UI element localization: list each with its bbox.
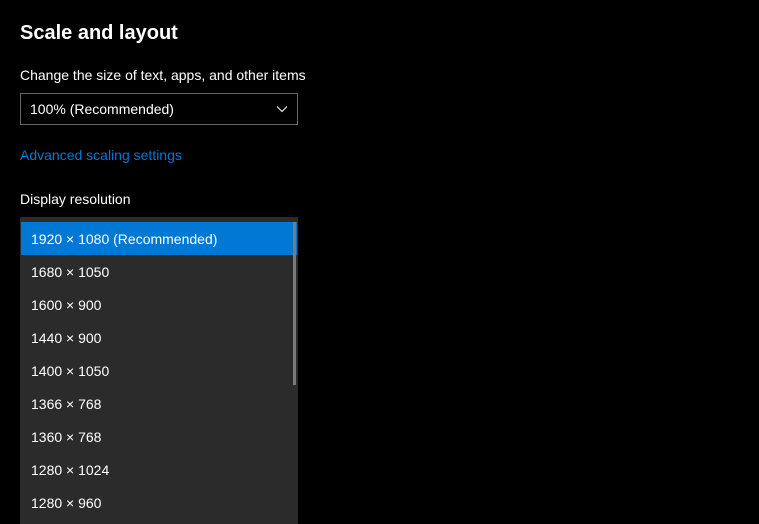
resolution-option[interactable]: 1600 × 900 <box>21 288 297 321</box>
resolution-option[interactable]: 1920 × 1080 (Recommended) <box>21 222 297 255</box>
advanced-scaling-link[interactable]: Advanced scaling settings <box>20 147 182 163</box>
resolution-option[interactable]: 1366 × 768 <box>21 387 297 420</box>
resolution-option[interactable]: 1280 × 960 <box>21 486 297 519</box>
resolution-dropdown-open[interactable]: 1920 × 1080 (Recommended) 1680 × 1050 16… <box>20 217 298 524</box>
scrollbar-track <box>293 222 296 519</box>
resolution-option[interactable]: 1400 × 1050 <box>21 354 297 387</box>
resolution-option[interactable]: 1440 × 900 <box>21 321 297 354</box>
scale-dropdown-value: 100% (Recommended) <box>30 101 174 117</box>
section-title: Scale and layout <box>20 22 739 45</box>
resolution-option[interactable]: 1280 × 1024 <box>21 453 297 486</box>
scale-label: Change the size of text, apps, and other… <box>20 67 739 83</box>
resolution-option[interactable]: 1360 × 768 <box>21 420 297 453</box>
scrollbar-thumb[interactable] <box>293 222 296 385</box>
resolution-option[interactable]: 1680 × 1050 <box>21 255 297 288</box>
scale-dropdown[interactable]: 100% (Recommended) <box>20 93 298 125</box>
resolution-label: Display resolution <box>20 191 739 207</box>
chevron-down-icon <box>276 103 288 115</box>
